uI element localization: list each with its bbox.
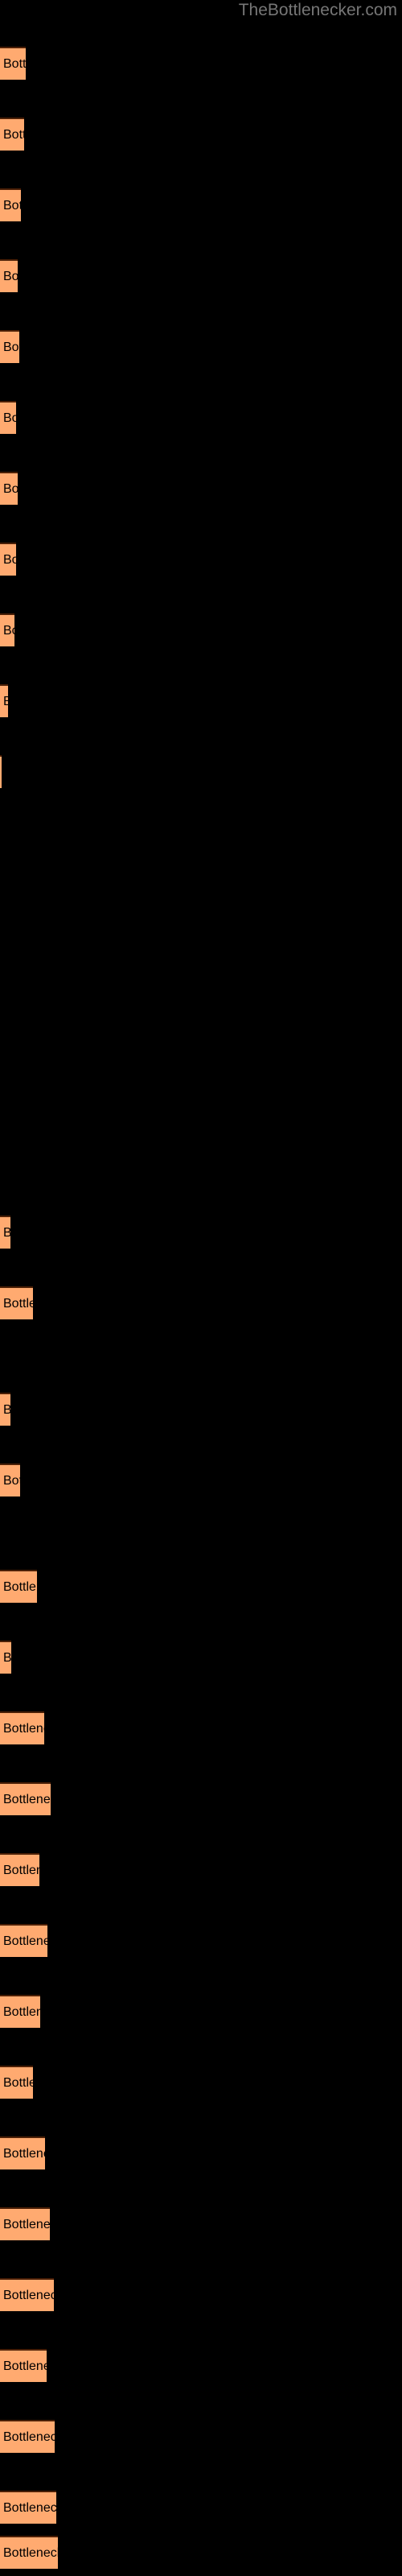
bar[interactable]: Bottleneck result <box>0 2349 47 2382</box>
bar-label: Bottleneck result <box>3 269 18 283</box>
bar[interactable]: Bottleneck result <box>0 1711 44 1744</box>
bar-label: Bottleneck result <box>3 1863 39 1877</box>
bar[interactable]: Bottleneck result <box>0 2278 54 2311</box>
bar-label: Bottleneck result <box>3 2075 33 2090</box>
bar-label: Bottleneck result <box>3 2288 54 2302</box>
bar-label: Bottleneck result <box>3 481 18 496</box>
bar[interactable]: Bottleneck result <box>0 259 18 292</box>
bar[interactable]: Bottleneck result <box>0 1853 39 1886</box>
plot-area: Bottleneck result Bottleneck result Bottle… <box>0 0 402 2576</box>
bar[interactable]: Bottleneck result <box>0 1463 20 1496</box>
bar-label: Bottleneck result <box>3 2500 56 2515</box>
bar-label: Bottleneck result <box>3 2146 45 2161</box>
bar-label: Bottleneck result <box>3 2217 50 2231</box>
bar-label: Bottleneck result <box>3 623 14 638</box>
bar[interactable]: Bottleneck result <box>0 1995 40 2028</box>
bar[interactable]: Bottleneck result <box>0 755 2 788</box>
bar-label: Bottleneck result <box>3 1934 47 1948</box>
bar[interactable]: Bottleneck result <box>0 684 8 717</box>
bar-label: Bottleneck result <box>3 56 26 71</box>
bar-label: Bottleneck result <box>3 411 16 425</box>
bar[interactable]: Bottleneck result <box>0 118 24 151</box>
bar[interactable]: Bottleneck result <box>0 1216 10 1249</box>
bar-label: Bottleneck result <box>3 552 16 567</box>
bar[interactable]: Bottleneck result <box>0 543 16 576</box>
bar-label: Bottleneck result <box>3 1473 20 1488</box>
bar-label: Bottleneck result <box>3 2545 58 2560</box>
bar[interactable]: Bottleneck result <box>0 613 14 646</box>
bar[interactable]: Bottleneck result <box>0 330 19 363</box>
bar-label: Bottleneck result <box>3 1403 10 1418</box>
bar[interactable]: Bottleneck result <box>0 1924 47 1957</box>
bar[interactable]: Bottleneck result <box>0 1286 33 1319</box>
bar[interactable]: Bottleneck result <box>0 2207 50 2240</box>
bar[interactable]: Bottleneck result <box>0 2536 58 2569</box>
bar[interactable]: Bottleneck result <box>0 1570 37 1603</box>
bar-label: Bottleneck result <box>3 1650 11 1665</box>
bar[interactable]: Bottleneck result <box>0 1641 11 1674</box>
bar-label: Bottleneck result <box>3 127 24 142</box>
bar[interactable]: Bottleneck result <box>0 47 26 80</box>
bar[interactable]: Bottleneck result <box>0 1393 10 1426</box>
bar[interactable]: Bottleneck result <box>0 401 16 434</box>
bar[interactable]: Bottleneck result <box>0 2420 55 2453</box>
bar[interactable]: Bottleneck result <box>0 2136 45 2169</box>
bar[interactable]: Bottleneck result <box>0 2066 33 2099</box>
bar-label: Bottleneck result <box>3 1296 33 1311</box>
bar-label: Bottleneck result <box>3 1226 10 1241</box>
bar[interactable]: Bottleneck result <box>0 2491 56 2524</box>
bar-label: Bottleneck result <box>3 1721 44 1736</box>
bar-label: Bottleneck result <box>3 2004 40 2019</box>
bar-label: Bottleneck result <box>3 1579 37 1594</box>
bar[interactable]: Bottleneck result <box>0 472 18 505</box>
bar-label: Bottleneck result <box>3 340 19 354</box>
bar-label: Bottleneck result <box>3 2359 47 2373</box>
bar[interactable]: Bottleneck result <box>0 188 21 221</box>
bottleneck-bar-chart: TheBottlenecker.com Bottleneck resultBot… <box>0 0 402 2576</box>
bar-label: Bottleneck result <box>3 695 8 709</box>
bar-label: Bottleneck result <box>3 1792 51 1806</box>
bar-label: Bottleneck result <box>3 2429 55 2444</box>
bar[interactable]: Bottleneck result <box>0 1782 51 1815</box>
bar-label: Bottleneck result <box>3 198 21 213</box>
